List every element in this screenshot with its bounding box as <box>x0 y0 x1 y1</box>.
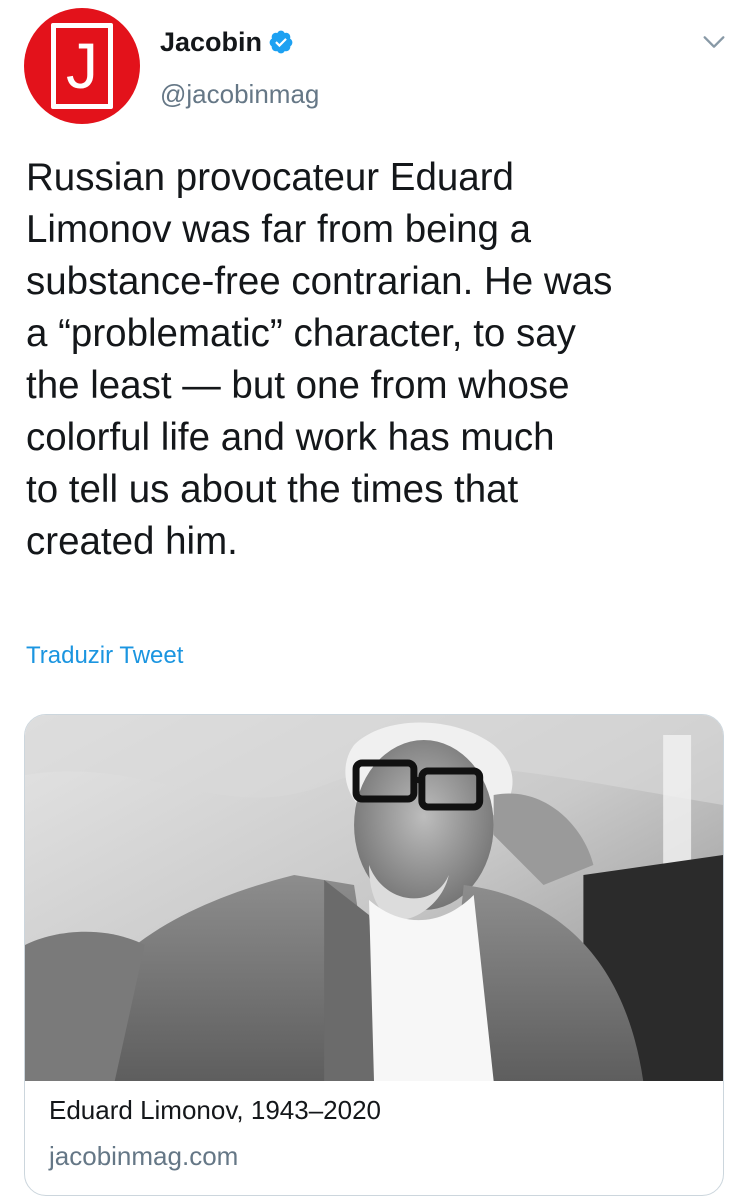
card-photo <box>25 715 723 1081</box>
translate-tweet-link[interactable]: Traduzir Tweet <box>26 640 183 672</box>
tweet-text: Russian provocateur Eduard Limonov was f… <box>26 156 613 563</box>
chevron-down-icon[interactable] <box>700 28 728 56</box>
card-title: Eduard Limonov, 1943–2020 <box>49 1095 381 1125</box>
display-name[interactable]: Jacobin <box>160 26 262 58</box>
verified-badge-icon <box>269 30 293 54</box>
author-handle[interactable]: @jacobinmag <box>160 78 319 110</box>
author-name-row: Jacobin <box>160 26 294 58</box>
link-card[interactable]: Eduard Limonov, 1943–2020 jacobinmag.com <box>24 714 724 1196</box>
card-domain: jacobinmag.com <box>49 1141 239 1171</box>
avatar-letter: J <box>66 30 98 102</box>
jacobin-logo: J <box>51 23 113 109</box>
avatar[interactable]: J <box>24 8 140 124</box>
